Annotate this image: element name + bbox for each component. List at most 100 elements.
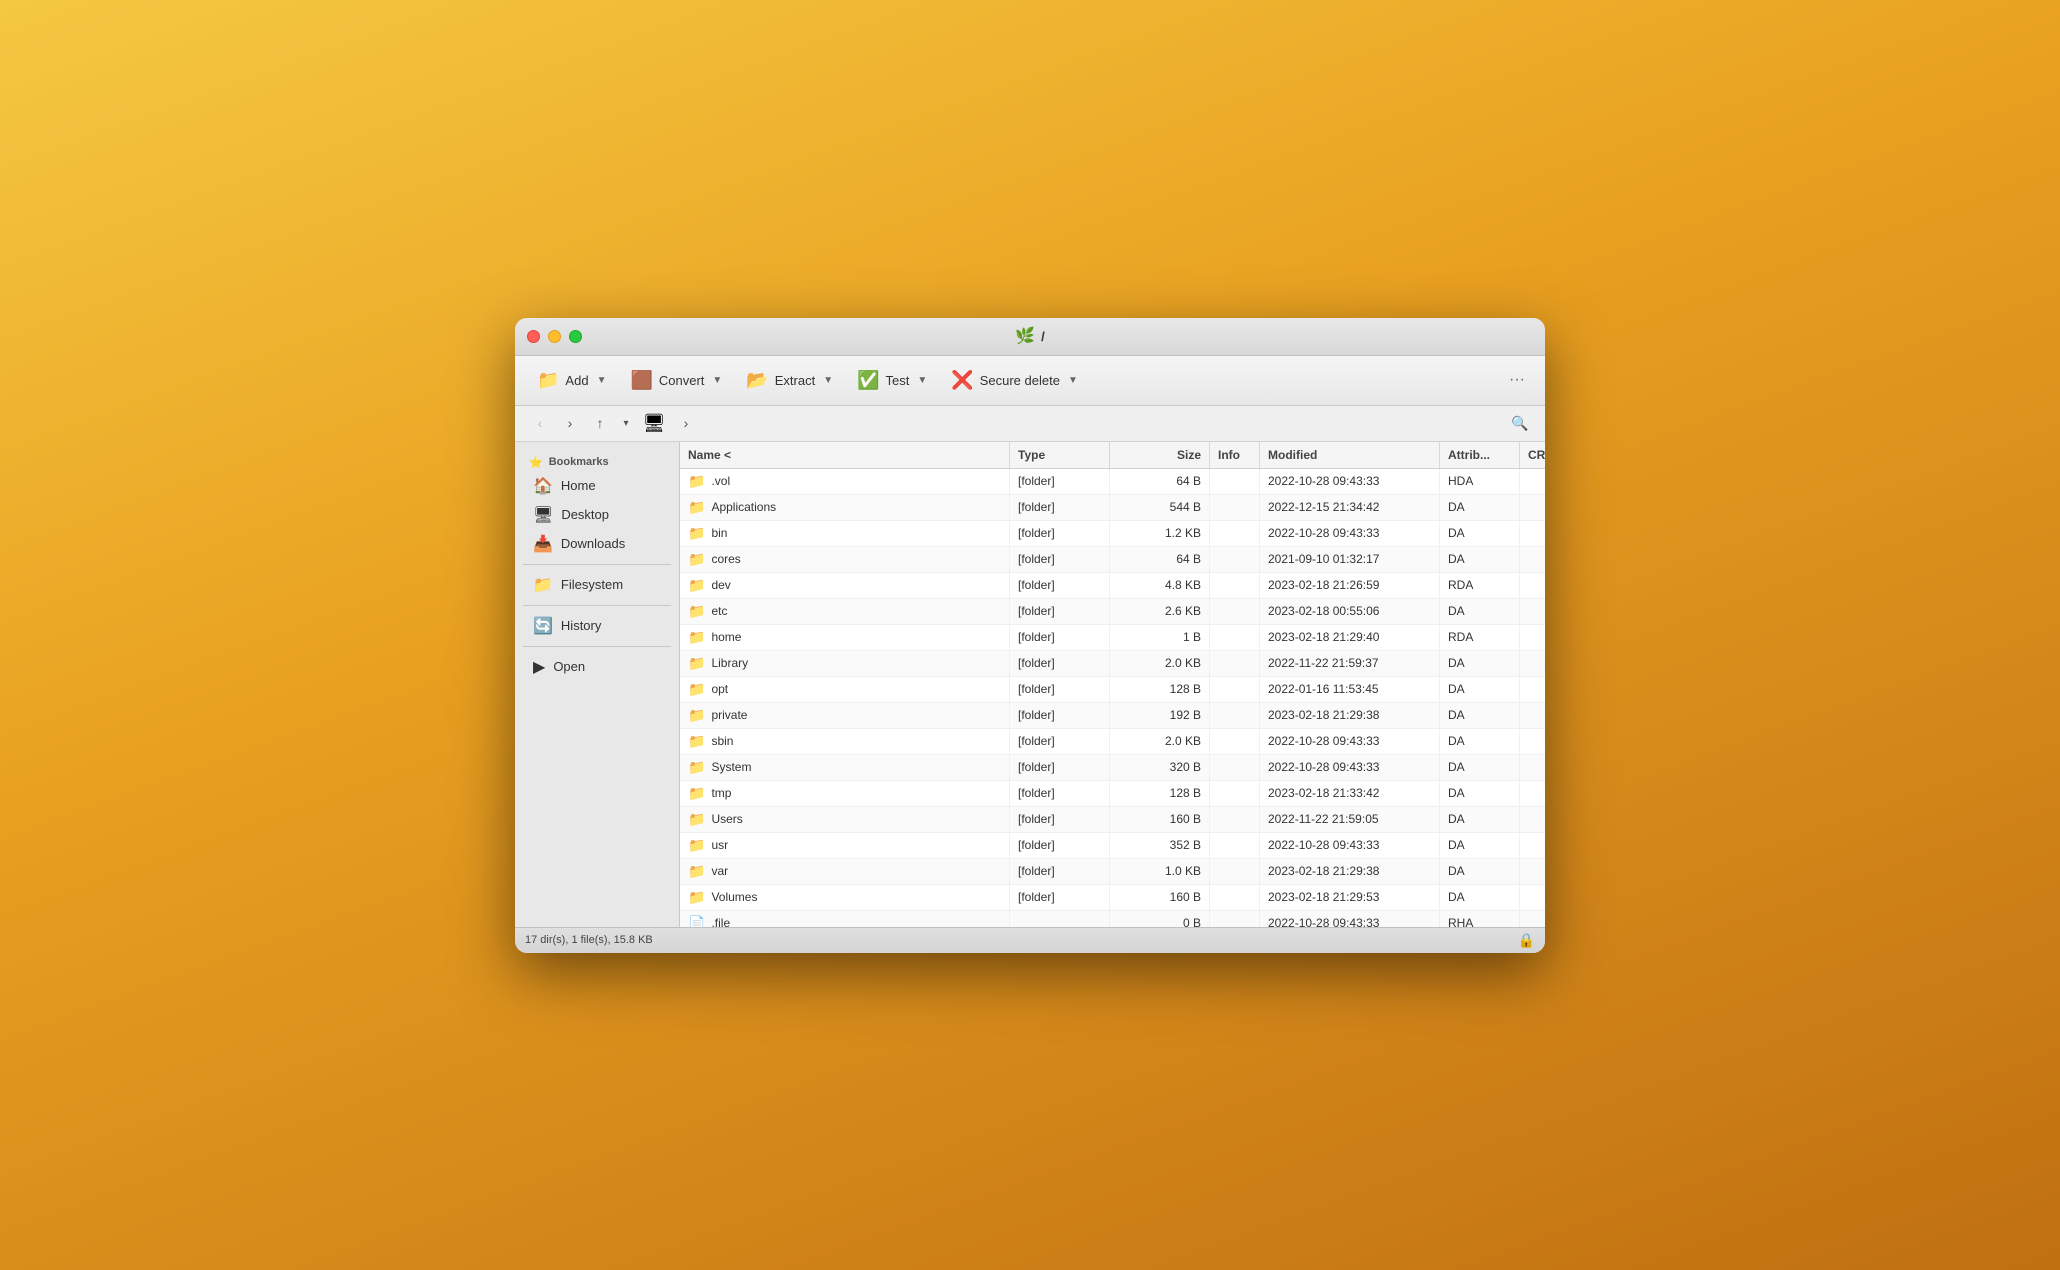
sidebar-item-open[interactable]: ▶ Open	[519, 653, 675, 681]
table-row[interactable]: 📁 sbin [folder] 2.0 KB 2022-10-28 09:43:…	[680, 729, 1545, 755]
file-type-icon: 📁	[688, 863, 705, 880]
file-info	[1210, 495, 1260, 520]
home-icon: 🏠	[533, 476, 553, 496]
file-name: dev	[711, 578, 730, 592]
table-row[interactable]: 📁 usr [folder] 352 B 2022-10-28 09:43:33…	[680, 833, 1545, 859]
sidebar-item-desktop[interactable]: 🖥 Desktop	[519, 501, 675, 529]
file-crc32	[1520, 781, 1545, 806]
table-row[interactable]: 📁 Library [folder] 2.0 KB 2022-11-22 21:…	[680, 651, 1545, 677]
minimize-button[interactable]	[548, 330, 561, 343]
table-row[interactable]: 📁 cores [folder] 64 B 2021-09-10 01:32:1…	[680, 547, 1545, 573]
computer-button[interactable]: 🖥	[639, 410, 669, 436]
table-row[interactable]: 📄 .file 0 B 2022-10-28 09:43:33 RHA	[680, 911, 1545, 927]
file-info	[1210, 469, 1260, 494]
file-type: [folder]	[1010, 885, 1110, 910]
file-crc32	[1520, 911, 1545, 927]
file-size: 0 B	[1110, 911, 1210, 927]
file-crc32	[1520, 573, 1545, 598]
file-crc32	[1520, 521, 1545, 546]
file-type-icon: 📁	[688, 889, 705, 906]
file-attrib: DA	[1440, 807, 1520, 832]
file-name: opt	[711, 682, 728, 696]
downloads-icon: 📥	[533, 534, 553, 554]
forward-button[interactable]: ›	[557, 410, 583, 436]
file-type: [folder]	[1010, 677, 1110, 702]
header-size[interactable]: Size	[1110, 442, 1210, 468]
file-crc32	[1520, 599, 1545, 624]
secure-delete-icon: ❌	[951, 370, 973, 391]
table-row[interactable]: 📁 var [folder] 1.0 KB 2023-02-18 21:29:3…	[680, 859, 1545, 885]
file-attrib: DA	[1440, 781, 1520, 806]
secure-delete-dropdown-icon: ▼	[1068, 375, 1078, 386]
file-crc32	[1520, 495, 1545, 520]
sidebar-item-home[interactable]: 🏠 Home	[519, 472, 675, 500]
file-size: 2.0 KB	[1110, 729, 1210, 754]
file-type-icon: 📁	[688, 577, 705, 594]
table-row[interactable]: 📁 Volumes [folder] 160 B 2023-02-18 21:2…	[680, 885, 1545, 911]
search-button[interactable]: 🔍	[1507, 410, 1533, 436]
sidebar-item-filesystem[interactable]: 📁 Filesystem	[519, 571, 675, 599]
header-modified[interactable]: Modified	[1260, 442, 1440, 468]
table-row[interactable]: 📁 System [folder] 320 B 2022-10-28 09:43…	[680, 755, 1545, 781]
file-attrib: HDA	[1440, 469, 1520, 494]
back-button[interactable]: ‹	[527, 410, 553, 436]
nav-dropdown-button[interactable]: ▾	[617, 410, 635, 436]
table-row[interactable]: 📁 .vol [folder] 64 B 2022-10-28 09:43:33…	[680, 469, 1545, 495]
more-options-button[interactable]: ···	[1501, 367, 1533, 393]
file-attrib: RHA	[1440, 911, 1520, 927]
sidebar-item-history[interactable]: 🔄 History	[519, 612, 675, 640]
file-crc32	[1520, 651, 1545, 676]
table-row[interactable]: 📁 dev [folder] 4.8 KB 2023-02-18 21:26:5…	[680, 573, 1545, 599]
file-size: 1.0 KB	[1110, 859, 1210, 884]
open-icon: ▶	[533, 657, 545, 677]
file-modified: 2023-02-18 21:26:59	[1260, 573, 1440, 598]
sidebar-item-downloads[interactable]: 📥 Downloads	[519, 530, 675, 558]
header-info[interactable]: Info	[1210, 442, 1260, 468]
file-info	[1210, 859, 1260, 884]
nav-forward-button[interactable]: ›	[673, 410, 699, 436]
up-button[interactable]: ↑	[587, 410, 613, 436]
file-crc32	[1520, 677, 1545, 702]
sidebar: ⭐ Bookmarks 🏠 Home 🖥 Desktop 📥 Downloads…	[515, 442, 680, 927]
add-button[interactable]: 📁 Add ▼	[527, 365, 616, 396]
history-icon: 🔄	[533, 616, 553, 636]
file-type: [folder]	[1010, 833, 1110, 858]
file-list-container: Name < Type Size Info Modified Attrib...…	[680, 442, 1545, 927]
file-info	[1210, 651, 1260, 676]
convert-button[interactable]: 🟫 Convert ▼	[620, 365, 732, 396]
header-attrib[interactable]: Attrib...	[1440, 442, 1520, 468]
file-type-icon: 📁	[688, 707, 705, 724]
file-size: 1.2 KB	[1110, 521, 1210, 546]
header-type[interactable]: Type	[1010, 442, 1110, 468]
table-row[interactable]: 📁 Users [folder] 160 B 2022-11-22 21:59:…	[680, 807, 1545, 833]
extract-button[interactable]: 📂 Extract ▼	[736, 365, 843, 396]
file-size: 320 B	[1110, 755, 1210, 780]
file-attrib: RDA	[1440, 573, 1520, 598]
header-crc32[interactable]: CRC32	[1520, 442, 1545, 468]
table-row[interactable]: 📁 Applications [folder] 544 B 2022-12-15…	[680, 495, 1545, 521]
file-name: tmp	[711, 786, 731, 800]
table-row[interactable]: 📁 home [folder] 1 B 2023-02-18 21:29:40 …	[680, 625, 1545, 651]
file-type: [folder]	[1010, 729, 1110, 754]
table-row[interactable]: 📁 tmp [folder] 128 B 2023-02-18 21:33:42…	[680, 781, 1545, 807]
main-content: ⭐ Bookmarks 🏠 Home 🖥 Desktop 📥 Downloads…	[515, 442, 1545, 927]
maximize-button[interactable]	[569, 330, 582, 343]
table-row[interactable]: 📁 opt [folder] 128 B 2022-01-16 11:53:45…	[680, 677, 1545, 703]
nav-bar: ‹ › ↑ ▾ 🖥 › 🔍	[515, 406, 1545, 442]
table-row[interactable]: 📁 etc [folder] 2.6 KB 2023-02-18 00:55:0…	[680, 599, 1545, 625]
file-info	[1210, 521, 1260, 546]
table-row[interactable]: 📁 private [folder] 192 B 2023-02-18 21:2…	[680, 703, 1545, 729]
file-type-icon: 📁	[688, 473, 705, 490]
close-button[interactable]	[527, 330, 540, 343]
file-size: 160 B	[1110, 885, 1210, 910]
file-crc32	[1520, 885, 1545, 910]
test-button[interactable]: ✅ Test ▼	[847, 365, 937, 396]
file-attrib: DA	[1440, 729, 1520, 754]
secure-delete-button[interactable]: ❌ Secure delete ▼	[941, 365, 1088, 396]
file-info	[1210, 729, 1260, 754]
table-row[interactable]: 📁 bin [folder] 1.2 KB 2022-10-28 09:43:3…	[680, 521, 1545, 547]
main-window: 🌿 / 📁 Add ▼ 🟫 Convert ▼ 📂 Extract ▼ ✅ Te…	[515, 318, 1545, 953]
header-name[interactable]: Name <	[680, 442, 1010, 468]
test-icon: ✅	[857, 370, 879, 391]
file-list-body: 📁 .vol [folder] 64 B 2022-10-28 09:43:33…	[680, 469, 1545, 927]
